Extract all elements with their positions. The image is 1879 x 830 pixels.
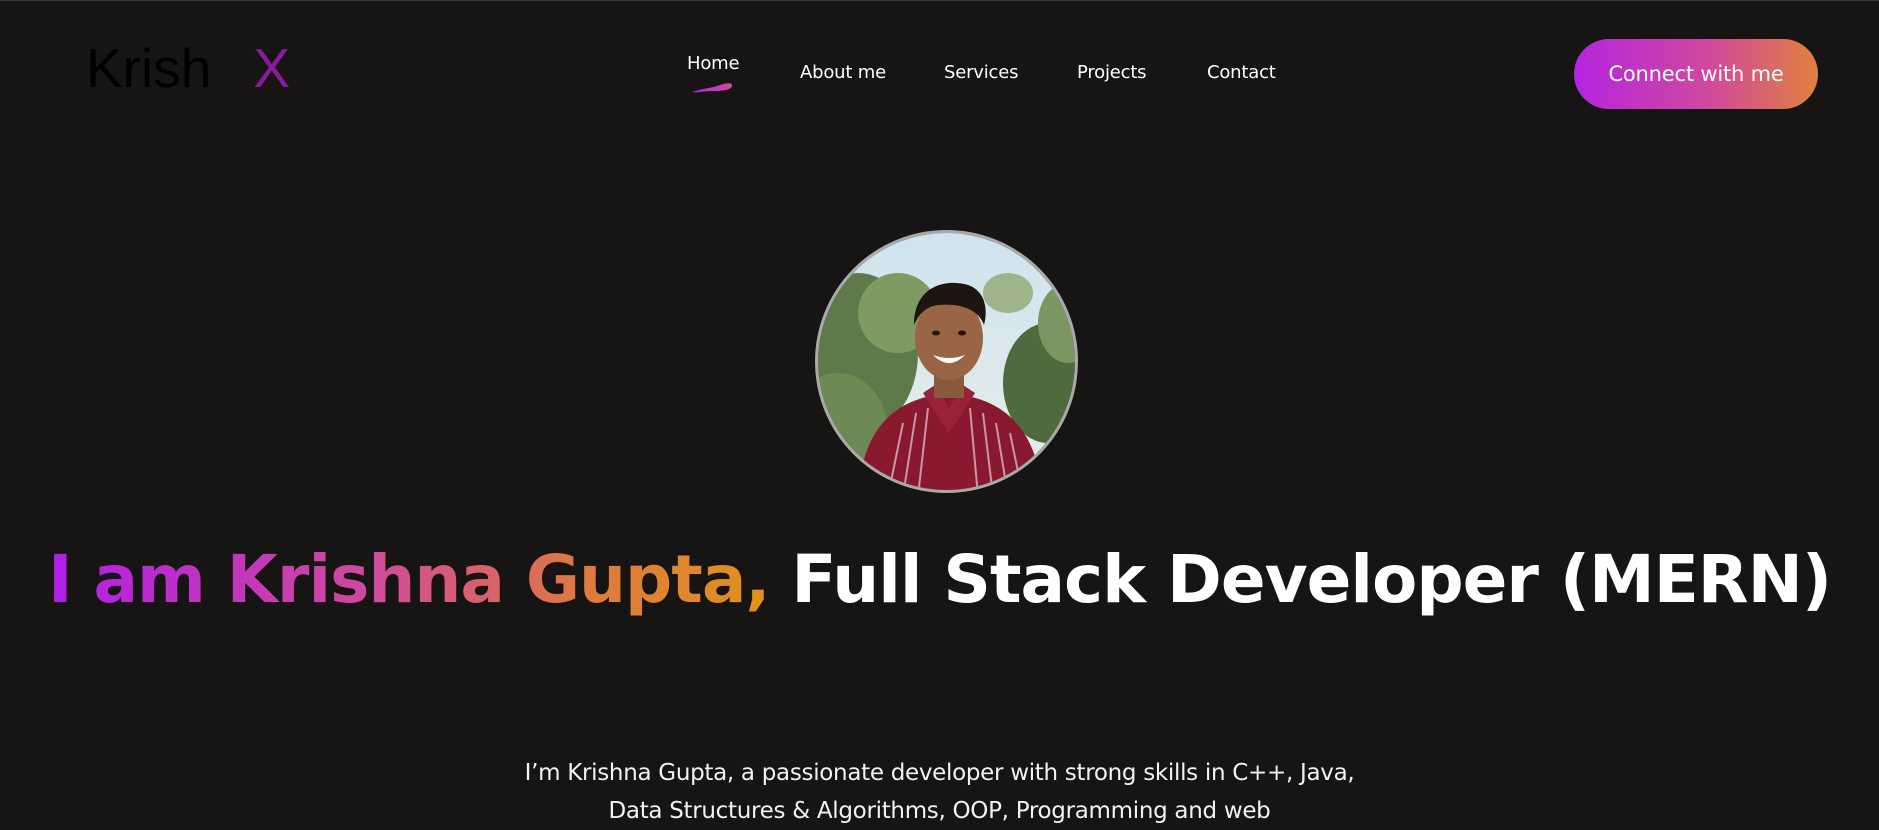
headline-role: Full Stack Developer (MERN) [791, 541, 1832, 618]
nav-home[interactable]: Home [687, 53, 740, 74]
avatar [815, 230, 1078, 493]
window-top-border [0, 0, 1879, 1]
hero-description: I’m Krishna Gupta, a passionate develope… [524, 760, 1355, 824]
nav-projects[interactable]: Projects [1077, 62, 1147, 83]
nav-services[interactable]: Services [944, 62, 1019, 83]
connect-button[interactable]: Connect with me [1574, 39, 1818, 109]
nav-about[interactable]: About me [800, 62, 886, 83]
headline-name: I am Krishna Gupta, [47, 541, 770, 618]
profile-photo-illustration [818, 233, 1075, 490]
nav-contact[interactable]: Contact [1207, 62, 1276, 83]
brush-underline-icon [692, 83, 733, 93]
hero-headline: I am Krishna Gupta, Full Stack Developer… [0, 534, 1879, 626]
